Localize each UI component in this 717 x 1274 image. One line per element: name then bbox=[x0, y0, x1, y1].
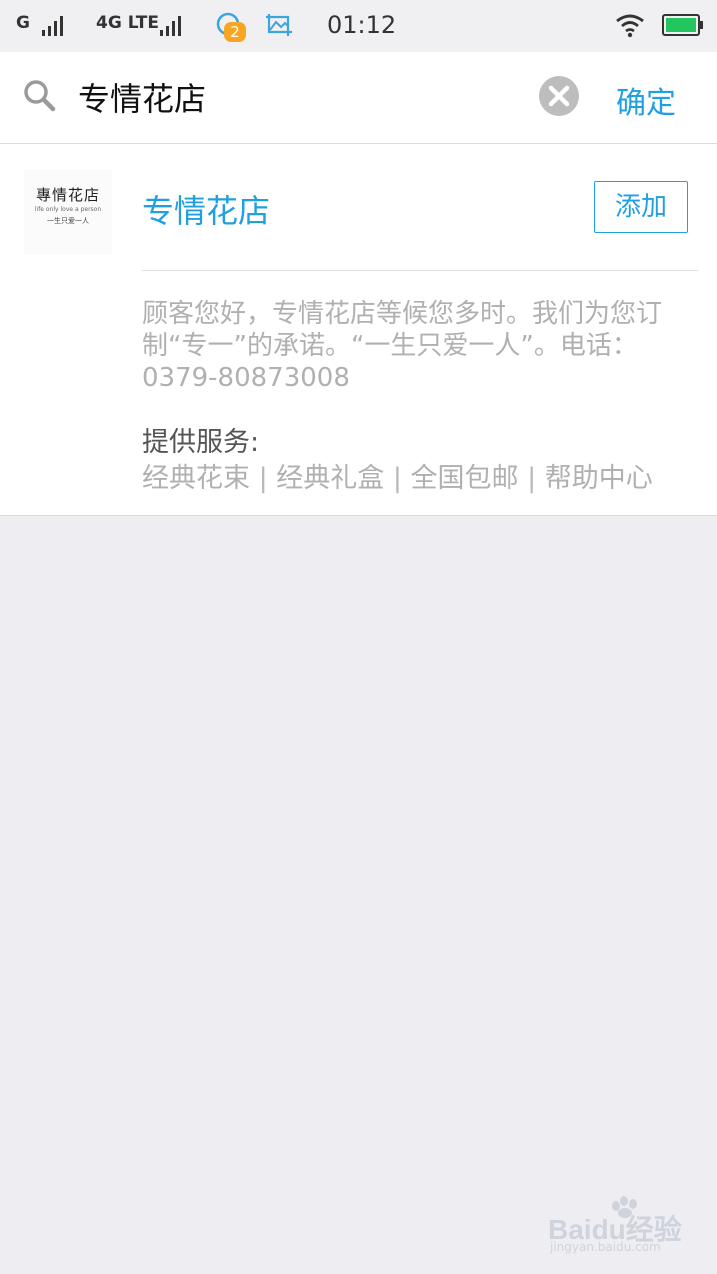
shop-description: 顾客您好，专情花店等候您多时。我们为您订制“专一”的承诺。“一生只爱一人”。电话… bbox=[142, 299, 663, 393]
service-item-help-center[interactable]: 帮助中心 bbox=[545, 463, 653, 494]
confirm-button[interactable]: 确定 bbox=[616, 78, 676, 122]
screenshot-icon bbox=[266, 14, 292, 36]
watermark-url: jingyan.baidu.com bbox=[550, 1240, 661, 1254]
logo-subline: 一生只爱一人 bbox=[47, 217, 89, 225]
logo-tagline: life only love a person bbox=[34, 206, 102, 213]
network-type-label: 4G LTE bbox=[96, 13, 159, 33]
search-bar: 确定 bbox=[0, 52, 717, 144]
shop-name[interactable]: 专情花店 bbox=[142, 186, 270, 232]
carrier-label: G bbox=[16, 13, 30, 33]
signal-strength-icon-2 bbox=[160, 14, 181, 36]
search-input[interactable] bbox=[78, 74, 518, 120]
service-separator: | bbox=[384, 463, 411, 494]
notification-badge: 2 bbox=[224, 22, 246, 42]
services-label: 提供服务: bbox=[142, 427, 260, 458]
services-list: 经典花束 | 经典礼盒 | 全国包邮 | 帮助中心 bbox=[142, 456, 653, 495]
service-separator: | bbox=[518, 463, 545, 494]
baidu-watermark: Baidu经验 jingyan.baidu.com bbox=[548, 1196, 688, 1260]
service-item-free-shipping[interactable]: 全国包邮 bbox=[411, 463, 519, 494]
logo-title: 專情花店 bbox=[35, 186, 100, 204]
signal-strength-icon bbox=[42, 14, 63, 36]
clock: 01:12 bbox=[327, 11, 397, 39]
service-separator: | bbox=[250, 463, 277, 494]
search-result-card: 專情花店 life only love a person 一生只爱一人 专情花店… bbox=[0, 144, 717, 516]
shop-logo[interactable]: 專情花店 life only love a person 一生只爱一人 bbox=[24, 170, 112, 254]
service-item-bouquet[interactable]: 经典花束 bbox=[142, 463, 250, 494]
service-item-gift-box[interactable]: 经典礼盒 bbox=[276, 463, 384, 494]
status-bar: G 4G LTE 2 01:12 bbox=[0, 0, 717, 52]
battery-icon bbox=[662, 14, 703, 36]
wifi-icon bbox=[616, 14, 644, 38]
add-button[interactable]: 添加 bbox=[594, 181, 688, 233]
search-icon bbox=[24, 80, 56, 112]
divider bbox=[142, 270, 698, 271]
clear-icon[interactable] bbox=[538, 75, 580, 117]
